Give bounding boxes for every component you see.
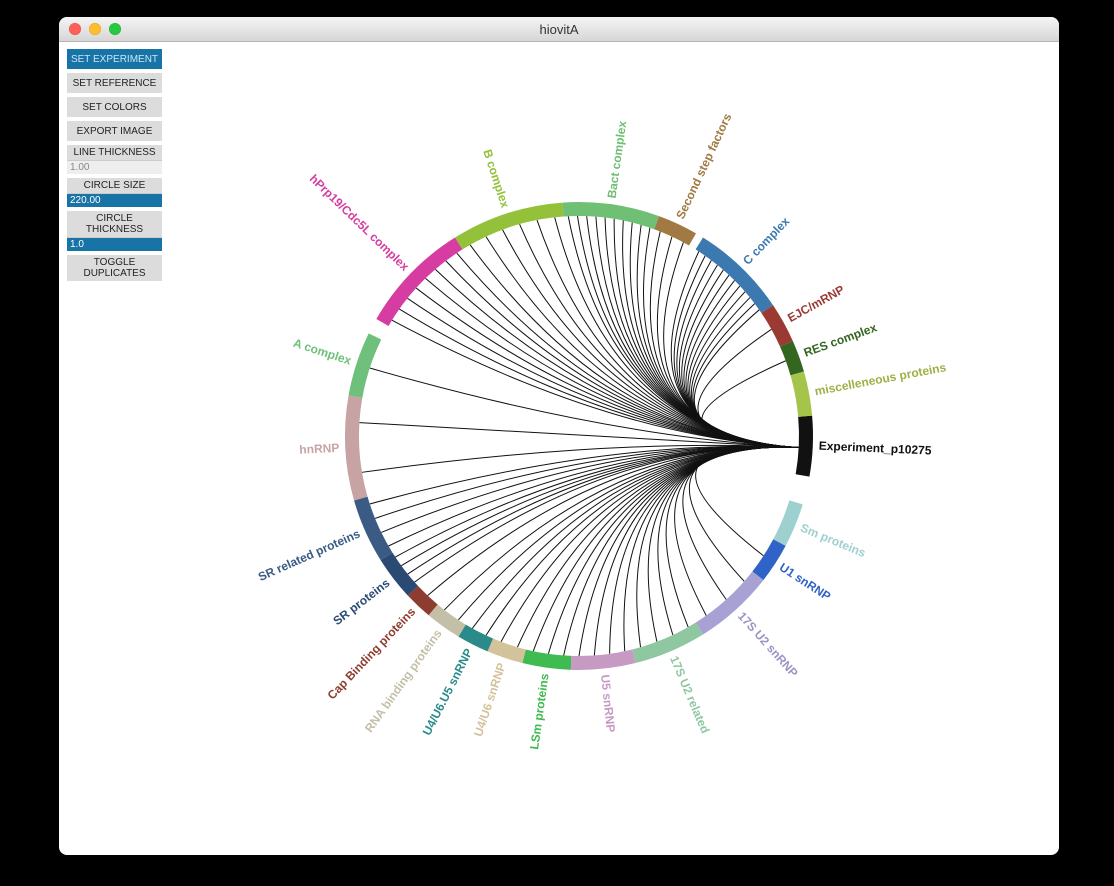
minimize-icon[interactable] — [89, 23, 101, 35]
chord-srprot — [401, 447, 798, 566]
chord-hprp19 — [399, 309, 798, 447]
arc-label-acomplex: A complex — [292, 336, 354, 368]
arc-label-bcomplex: B complex — [480, 148, 512, 210]
chord-srprot — [408, 447, 799, 574]
arc-u2_17s_rel[interactable] — [632, 623, 703, 663]
arc-res[interactable] — [780, 341, 804, 376]
window-title: hiovitA — [59, 22, 1059, 37]
arc-label-srprot: SR proteins — [330, 576, 392, 628]
arc-label-ejc: EJC/mRNP — [785, 282, 847, 325]
arc-label-u4u6u5: U4/U6.U5 snRNP — [420, 646, 476, 737]
arc-label-u1: U1 snRNP — [777, 560, 833, 603]
arc-hnrnp[interactable] — [345, 395, 368, 500]
arc-sm[interactable] — [773, 500, 803, 546]
arc-label-hnrnp: hnRNP — [299, 441, 340, 457]
app-window: hiovitA SET EXPERIMENT SET REFERENCE SET… — [59, 17, 1059, 855]
chord-srprot — [395, 447, 798, 557]
arc-label-u2_17s: 17S U2 snRNP — [735, 609, 801, 680]
arc-misc[interactable] — [790, 372, 812, 417]
arc-label-misc: miscelleneous proteins — [814, 360, 948, 398]
chord-hprp19 — [425, 278, 798, 447]
arc-label-u2_17s_rel: 17S U2 related — [667, 654, 712, 736]
maximize-icon[interactable] — [109, 23, 121, 35]
arc-srrel[interactable] — [354, 497, 392, 560]
chord-srprot — [415, 447, 799, 582]
arc-label-sm: Sm proteins — [798, 521, 868, 561]
arc-label-res: RES complex — [802, 320, 879, 359]
arc-label-bact: Bact complex — [605, 120, 630, 200]
arc-label-srrel: SR related proteins — [256, 526, 363, 584]
arc-label-secondstep: Second step factors — [673, 111, 734, 221]
arc-u5[interactable] — [571, 649, 636, 670]
close-icon[interactable] — [69, 23, 81, 35]
chord-srrel — [370, 446, 799, 504]
arc-exp[interactable] — [796, 416, 813, 477]
chord-hprp19 — [407, 298, 798, 447]
arc-acomplex[interactable] — [349, 333, 382, 397]
arc-label-u5: U5 snRNP — [598, 674, 618, 733]
titlebar[interactable]: hiovitA — [59, 17, 1059, 42]
arc-label-lsm: LSm proteins — [527, 672, 552, 750]
arc-label-hprp19: hPrp19/Cdc5L complex — [307, 172, 412, 274]
chord-u4u6u5 — [472, 447, 798, 628]
chord-hprp19 — [416, 288, 799, 447]
chord-srrel — [375, 446, 799, 518]
arc-label-u4u6: U4/U6 snRNP — [471, 661, 509, 738]
arc-secondstep[interactable] — [654, 216, 696, 245]
arc-label-ccomplex: C complex — [740, 214, 792, 268]
chord-hprp19 — [435, 269, 798, 447]
chord-u2_17s — [689, 447, 798, 581]
arc-bact[interactable] — [563, 202, 659, 229]
arc-label-exp: Experiment_p10275 — [819, 439, 933, 458]
chord-chart: Experiment_p10275 Sm proteinsU1 snRNP 17S … — [59, 41, 1059, 855]
